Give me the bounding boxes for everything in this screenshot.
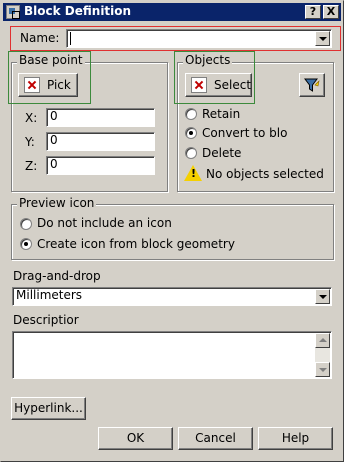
convert-to-block-radio[interactable] — [185, 127, 197, 139]
close-button[interactable]: X — [323, 5, 339, 19]
delete-label[interactable]: Delete — [202, 146, 241, 160]
y-input[interactable]: 0 — [46, 132, 155, 151]
units-dropdown-arrow-icon[interactable] — [315, 289, 330, 304]
pick-point-button[interactable]: Pick — [18, 73, 78, 97]
preview-icon-group — [11, 204, 334, 260]
help-title-button[interactable]: ? — [305, 5, 321, 19]
no-icon-radio[interactable] — [20, 218, 32, 230]
name-dropdown-arrow-icon[interactable] — [315, 31, 330, 46]
z-input[interactable]: 0 — [46, 156, 155, 175]
pick-point-label: Pick — [47, 78, 71, 92]
select-objects-button[interactable]: Select — [185, 73, 252, 97]
retain-label[interactable]: Retain — [202, 107, 240, 121]
x-input[interactable]: 0 — [46, 108, 155, 127]
name-combobox[interactable] — [66, 29, 332, 48]
select-objects-icon — [191, 77, 207, 93]
ok-button[interactable]: OK — [98, 427, 173, 450]
description-scrollbar[interactable] — [315, 333, 330, 377]
y-label: Y: — [25, 135, 35, 149]
block-definition-icon — [6, 5, 20, 19]
warning-exclamation-icon: ! — [191, 167, 197, 180]
convert-to-block-label[interactable]: Convert to blo — [202, 126, 287, 140]
pick-point-icon — [24, 77, 40, 93]
help-button[interactable]: Help — [258, 427, 333, 450]
preview-icon-title: Preview icon — [17, 196, 97, 210]
description-textarea[interactable] — [12, 331, 332, 379]
no-icon-label[interactable]: Do not include an icon — [37, 216, 172, 230]
name-label: Name: — [20, 31, 60, 45]
quick-select-filter-icon — [304, 78, 320, 92]
block-definition-dialog: Block Definition ? X Name: Base point Pi… — [0, 0, 344, 462]
scroll-down-icon[interactable] — [315, 362, 330, 377]
drag-and-drop-units-select[interactable]: Millimeters — [12, 287, 332, 306]
select-objects-label: Select — [214, 78, 252, 92]
z-label: Z: — [25, 159, 38, 173]
x-label: X: — [25, 111, 38, 125]
objects-status-text: No objects selected — [206, 167, 324, 181]
create-icon-label[interactable]: Create icon from block geometry — [37, 237, 235, 251]
text-cursor — [70, 32, 71, 45]
scroll-up-icon[interactable] — [315, 333, 330, 348]
create-icon-radio[interactable] — [20, 238, 32, 250]
drag-and-drop-units-value: Millimeters — [16, 288, 83, 302]
drag-and-drop-label: Drag-and-drop — [13, 269, 101, 283]
cancel-button[interactable]: Cancel — [178, 427, 253, 450]
description-label: Descriptior — [13, 313, 79, 327]
retain-radio[interactable] — [185, 108, 197, 120]
title-bar[interactable]: Block Definition ? X — [3, 3, 341, 21]
quick-select-button[interactable] — [299, 73, 325, 97]
hyperlink-button[interactable]: Hyperlink... — [11, 397, 86, 420]
delete-radio[interactable] — [185, 147, 197, 159]
window-title: Block Definition — [24, 4, 132, 18]
